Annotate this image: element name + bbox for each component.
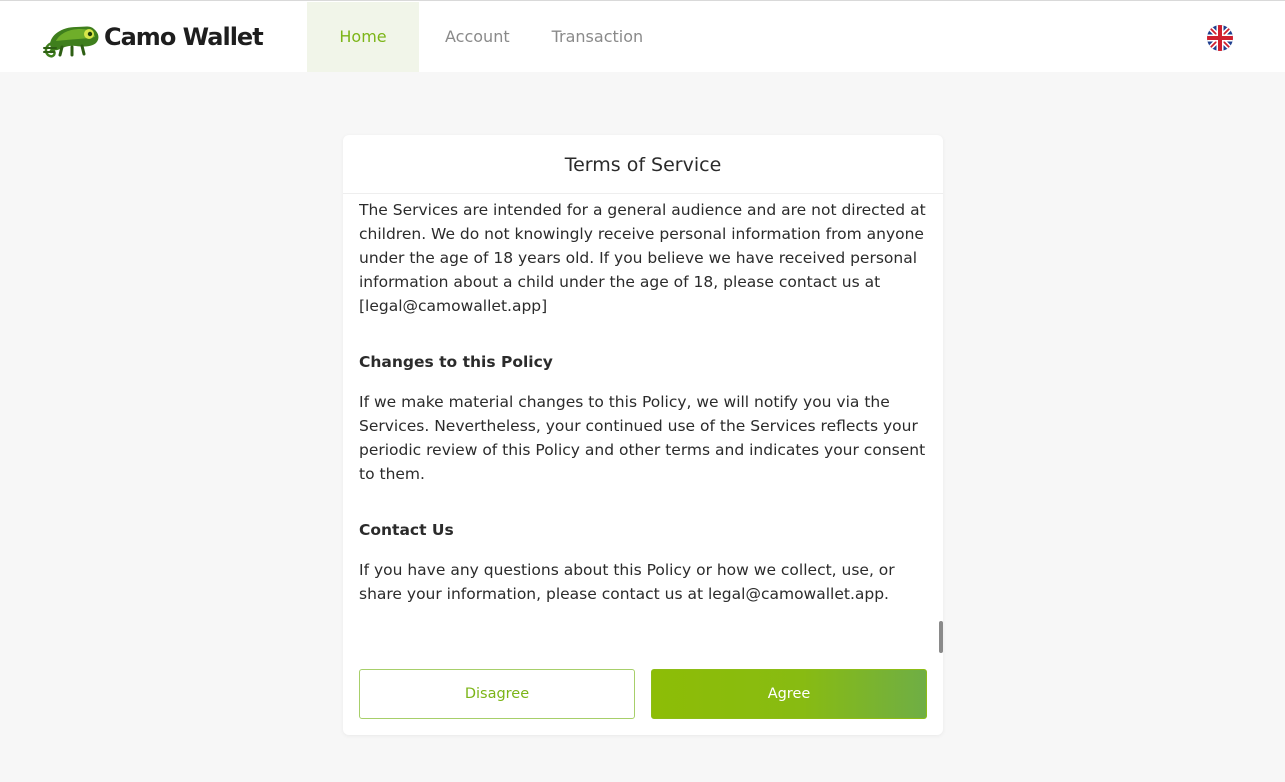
dialog-title: Terms of Service bbox=[343, 135, 943, 194]
brand-logo[interactable]: Camo Wallet bbox=[42, 15, 264, 59]
nav-item-home[interactable]: Home bbox=[307, 2, 419, 72]
brand-name: Camo Wallet bbox=[104, 23, 264, 51]
children-policy-paragraph: The Services are intended for a general … bbox=[359, 201, 926, 315]
top-navigation-bar: Camo Wallet Home Account Transaction bbox=[0, 0, 1285, 72]
terms-scroll-area[interactable]: The Services are intended for a general … bbox=[359, 195, 927, 653]
terms-of-service-dialog: Terms of Service The Services are intend… bbox=[343, 135, 943, 735]
uk-flag-icon bbox=[1207, 25, 1233, 51]
disagree-button[interactable]: Disagree bbox=[359, 669, 635, 719]
contact-us-heading: Contact Us bbox=[359, 521, 454, 539]
changes-policy-heading: Changes to this Policy bbox=[359, 353, 553, 371]
chameleon-logo-icon bbox=[43, 26, 99, 58]
agree-button[interactable]: Agree bbox=[651, 669, 927, 719]
contact-us-paragraph: If you have any questions about this Pol… bbox=[359, 561, 895, 603]
nav-item-account[interactable]: Account bbox=[445, 2, 510, 72]
changes-policy-paragraph: If we make material changes to this Poli… bbox=[359, 393, 926, 483]
scrollbar-thumb[interactable] bbox=[939, 621, 943, 653]
language-selector[interactable] bbox=[1207, 25, 1233, 51]
nav-item-transaction[interactable]: Transaction bbox=[552, 2, 644, 72]
main-nav: Home Account Transaction bbox=[307, 2, 643, 72]
